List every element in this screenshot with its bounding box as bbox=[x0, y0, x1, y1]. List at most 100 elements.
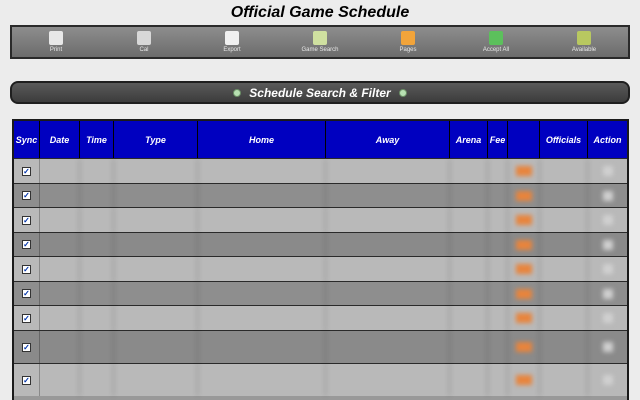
blurred-content bbox=[515, 166, 532, 176]
blurred-content bbox=[602, 288, 613, 299]
printer-icon bbox=[49, 30, 63, 45]
blurred-cell bbox=[508, 208, 540, 232]
row-action[interactable] bbox=[588, 184, 627, 207]
row-action[interactable] bbox=[588, 233, 627, 256]
row-action[interactable] bbox=[588, 159, 627, 183]
toolbar-print-button[interactable]: Print bbox=[26, 30, 86, 54]
document-icon bbox=[225, 30, 239, 45]
row-action[interactable] bbox=[588, 331, 627, 363]
blurred-content bbox=[515, 375, 532, 385]
blurred-content bbox=[602, 190, 613, 201]
blurred-cell bbox=[540, 331, 588, 363]
column-header[interactable]: Sync bbox=[14, 121, 40, 158]
blurred-cell bbox=[114, 233, 198, 256]
blurred-cell bbox=[114, 208, 198, 232]
toolbar-label: Print bbox=[49, 46, 63, 53]
sync-checkbox[interactable]: ✓ bbox=[22, 342, 31, 352]
table-row: ✓ bbox=[14, 183, 627, 207]
sync-checkbox[interactable]: ✓ bbox=[22, 289, 31, 298]
expand-arrow-icon bbox=[398, 88, 407, 97]
table-row: ✓ bbox=[14, 232, 627, 256]
sync-cell: ✓ bbox=[14, 331, 40, 363]
blurred-cell bbox=[326, 331, 450, 363]
table-row: ✓ bbox=[14, 363, 627, 396]
calendar-icon bbox=[137, 30, 151, 45]
row-action[interactable] bbox=[588, 306, 627, 330]
blurred-cell bbox=[114, 331, 198, 363]
sync-checkbox[interactable]: ✓ bbox=[22, 215, 31, 225]
row-action[interactable] bbox=[588, 257, 627, 281]
blurred-cell bbox=[508, 306, 540, 330]
column-header[interactable]: Type bbox=[114, 121, 198, 158]
blurred-cell bbox=[40, 364, 80, 396]
toolbar-accept-all-button[interactable]: Accept All bbox=[466, 30, 526, 54]
blurred-cell bbox=[40, 159, 80, 183]
blurred-cell bbox=[326, 159, 450, 183]
toolbar-label: Pages bbox=[399, 46, 417, 53]
toolbar-label: Export bbox=[223, 46, 241, 53]
blurred-cell bbox=[488, 233, 508, 256]
row-action[interactable] bbox=[588, 208, 627, 232]
toolbar-available-button[interactable]: Available bbox=[554, 30, 614, 54]
table-row: ✓ bbox=[14, 256, 627, 281]
blurred-content bbox=[602, 264, 613, 274]
blurred-cell bbox=[450, 233, 488, 256]
row-action[interactable] bbox=[588, 364, 627, 396]
blurred-cell bbox=[540, 208, 588, 232]
sync-checkbox[interactable]: ✓ bbox=[22, 166, 31, 176]
sync-checkbox[interactable]: ✓ bbox=[22, 191, 31, 200]
blurred-content bbox=[515, 215, 532, 225]
blurred-cell bbox=[40, 184, 80, 207]
blurred-cell bbox=[80, 282, 114, 305]
blurred-cell bbox=[326, 306, 450, 330]
blurred-cell bbox=[540, 282, 588, 305]
blurred-cell bbox=[450, 282, 488, 305]
blurred-content bbox=[515, 190, 532, 201]
blurred-content bbox=[602, 239, 613, 250]
blurred-cell bbox=[114, 159, 198, 183]
column-header[interactable]: Away bbox=[326, 121, 450, 158]
column-header[interactable]: Date bbox=[40, 121, 80, 158]
sync-checkbox[interactable]: ✓ bbox=[22, 264, 31, 274]
sync-checkbox[interactable]: ✓ bbox=[22, 240, 31, 249]
blurred-cell bbox=[488, 306, 508, 330]
blurred-cell bbox=[40, 306, 80, 330]
column-header[interactable] bbox=[508, 121, 540, 158]
toolbar-export-button[interactable]: Export bbox=[202, 30, 262, 54]
table-row: ✓ bbox=[14, 330, 627, 363]
schedule-table: Sync Date Time Type Home Away Arena Fee Official… bbox=[12, 119, 629, 400]
table-row: ✓ bbox=[14, 305, 627, 330]
column-header[interactable]: Officials bbox=[540, 121, 588, 158]
blurred-content bbox=[602, 313, 613, 323]
column-header[interactable]: Time bbox=[80, 121, 114, 158]
blurred-content bbox=[602, 342, 613, 352]
blurred-cell bbox=[508, 257, 540, 281]
column-header[interactable]: Fee bbox=[488, 121, 508, 158]
blurred-cell bbox=[198, 208, 326, 232]
blurred-content bbox=[602, 215, 613, 225]
toolbar-label: Accept All bbox=[482, 46, 510, 53]
blurred-cell bbox=[540, 257, 588, 281]
blurred-cell bbox=[508, 282, 540, 305]
row-action[interactable] bbox=[588, 282, 627, 305]
blurred-cell bbox=[198, 364, 326, 396]
column-header[interactable]: Action bbox=[588, 121, 627, 158]
blurred-cell bbox=[326, 233, 450, 256]
blurred-content bbox=[602, 166, 613, 176]
blurred-content bbox=[602, 375, 613, 385]
blurred-cell bbox=[450, 331, 488, 363]
blurred-cell bbox=[114, 184, 198, 207]
toolbar-pages-button[interactable]: Pages bbox=[378, 30, 438, 54]
column-header[interactable]: Home bbox=[198, 121, 326, 158]
blurred-cell bbox=[488, 159, 508, 183]
sync-cell: ✓ bbox=[14, 208, 40, 232]
blurred-cell bbox=[326, 257, 450, 281]
blurred-cell bbox=[40, 208, 80, 232]
schedule-search-filter-bar[interactable]: Schedule Search & Filter bbox=[10, 81, 630, 104]
sync-checkbox[interactable]: ✓ bbox=[22, 313, 31, 323]
toolbar-cal-button[interactable]: Cal bbox=[114, 30, 174, 54]
column-header[interactable]: Arena bbox=[450, 121, 488, 158]
toolbar-game-search-button[interactable]: Game Search bbox=[290, 30, 350, 54]
sync-checkbox[interactable]: ✓ bbox=[22, 375, 31, 385]
blurred-cell bbox=[198, 233, 326, 256]
